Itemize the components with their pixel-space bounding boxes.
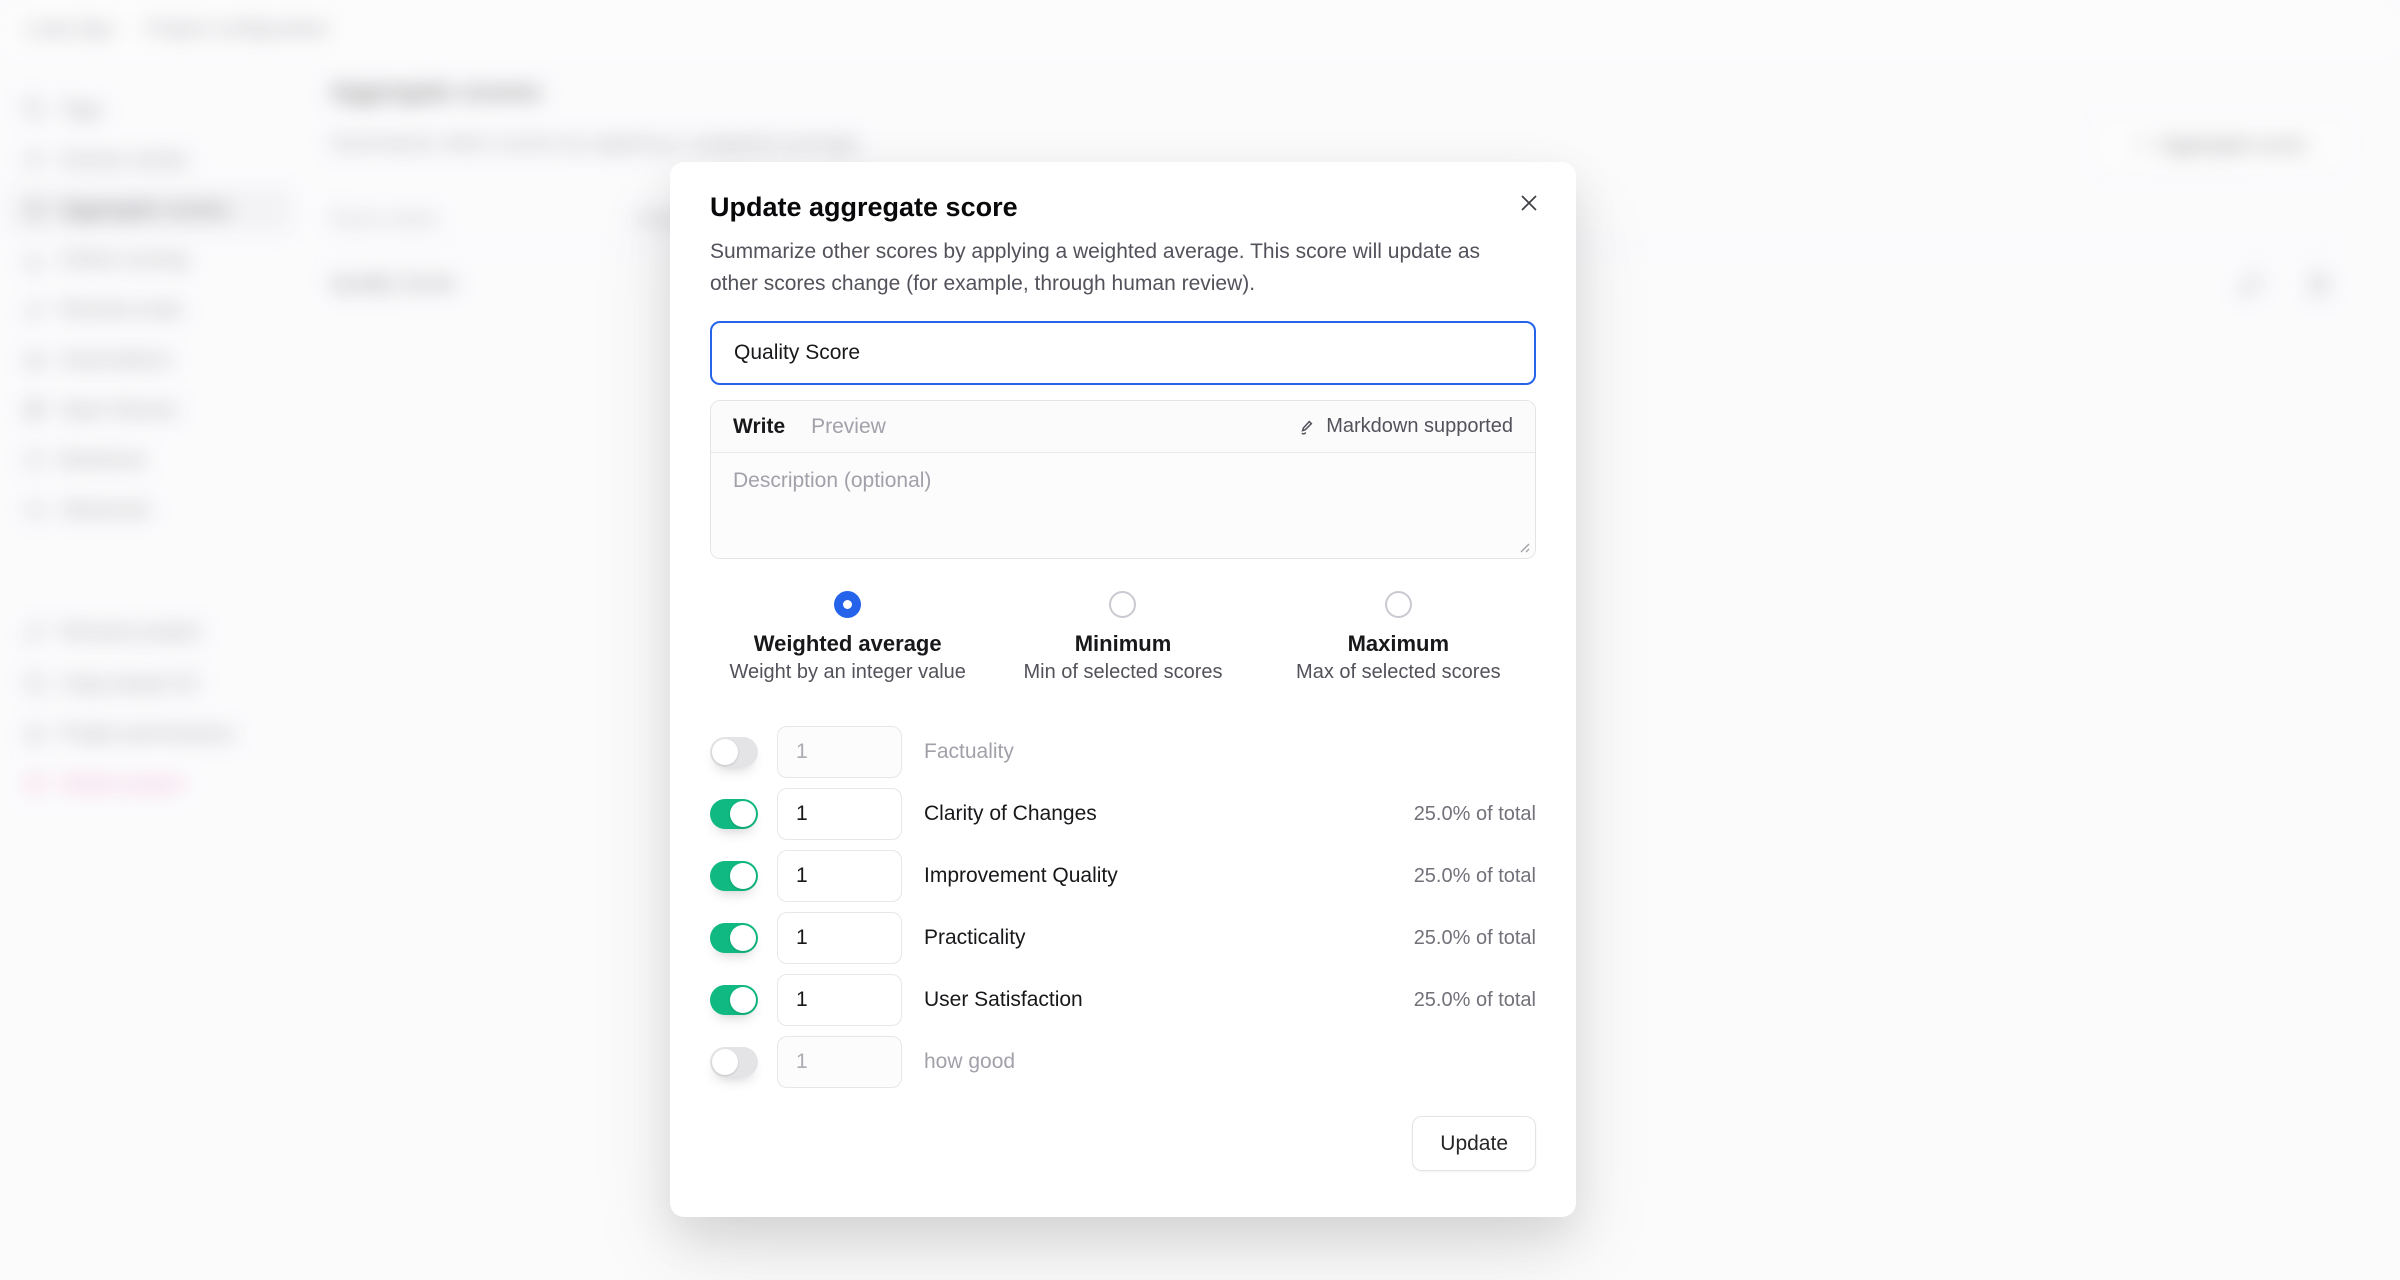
score-name-label: Factuality: [924, 740, 1014, 764]
radio-selected-icon[interactable]: [834, 591, 861, 618]
score-percent: 25.0% of total: [1414, 989, 1536, 1012]
weight-input[interactable]: [777, 974, 902, 1026]
toggle-on[interactable]: [710, 985, 758, 1015]
score-name-label: User Satisfaction: [924, 988, 1083, 1012]
weight-input[interactable]: [777, 912, 902, 964]
markdown-hint-label: Markdown supported: [1326, 415, 1513, 438]
score-name-label: how good: [924, 1050, 1015, 1074]
dialog-footer: Update: [710, 1116, 1536, 1171]
score-name-label: Improvement Quality: [924, 864, 1118, 888]
radio-icon[interactable]: [1385, 591, 1412, 618]
toggle-off[interactable]: [710, 737, 758, 767]
radio-icon[interactable]: [1109, 591, 1136, 618]
editor-body: [711, 453, 1535, 558]
mode-label: Maximum: [1348, 630, 1449, 658]
weight-input[interactable]: [777, 1036, 902, 1088]
description-textarea[interactable]: [711, 453, 1535, 558]
score-row-practicality: Practicality 25.0% of total: [710, 912, 1536, 964]
mode-label: Weighted average: [754, 630, 942, 658]
description-editor: Write Preview Markdown supported: [710, 400, 1536, 559]
aggregation-mode-group: Weighted average Weight by an integer va…: [710, 591, 1536, 684]
tab-preview[interactable]: Preview: [811, 415, 886, 439]
toggle-on[interactable]: [710, 799, 758, 829]
mode-sublabel: Min of selected scores: [1024, 661, 1223, 684]
toggle-knob: [730, 925, 756, 951]
score-row-user-satisfaction: User Satisfaction 25.0% of total: [710, 974, 1536, 1026]
score-weight-list: Factuality Clarity of Changes 25.0% of t…: [710, 726, 1536, 1088]
pen-icon: [1298, 417, 1318, 437]
mode-sublabel: Max of selected scores: [1296, 661, 1501, 684]
mode-sublabel: Weight by an integer value: [729, 661, 965, 684]
score-row-clarity-of-changes: Clarity of Changes 25.0% of total: [710, 788, 1536, 840]
mode-label: Minimum: [1075, 630, 1172, 658]
weight-input[interactable]: [777, 850, 902, 902]
editor-toolbar: Write Preview Markdown supported: [711, 401, 1535, 453]
score-row-factuality: Factuality: [710, 726, 1536, 778]
markdown-hint: Markdown supported: [1298, 415, 1513, 438]
toggle-on[interactable]: [710, 861, 758, 891]
update-button[interactable]: Update: [1412, 1116, 1536, 1171]
toggle-knob: [712, 739, 738, 765]
score-name-input[interactable]: [710, 321, 1536, 385]
score-row-improvement-quality: Improvement Quality 25.0% of total: [710, 850, 1536, 902]
toggle-knob: [730, 863, 756, 889]
tab-write[interactable]: Write: [733, 415, 785, 439]
app-window: Loop logs › Project configuration Tags H…: [0, 0, 2400, 1280]
toggle-knob: [712, 1049, 738, 1075]
score-percent: 25.0% of total: [1414, 865, 1536, 888]
toggle-off[interactable]: [710, 1047, 758, 1077]
toggle-on[interactable]: [710, 923, 758, 953]
score-name-label: Practicality: [924, 926, 1026, 950]
update-aggregate-score-dialog: Update aggregate score Summarize other s…: [670, 162, 1576, 1217]
score-name-label: Clarity of Changes: [924, 802, 1097, 826]
dialog-description: Summarize other scores by applying a wei…: [710, 236, 1510, 299]
close-icon[interactable]: [1512, 186, 1546, 220]
weight-input[interactable]: [777, 788, 902, 840]
mode-minimum[interactable]: Minimum Min of selected scores: [985, 591, 1260, 684]
resize-handle-icon[interactable]: [1516, 539, 1530, 553]
score-percent: 25.0% of total: [1414, 803, 1536, 826]
mode-weighted-average[interactable]: Weighted average Weight by an integer va…: [710, 591, 985, 684]
weight-input[interactable]: [777, 726, 902, 778]
score-row-how-good: how good: [710, 1036, 1536, 1088]
dialog-title: Update aggregate score: [710, 190, 1536, 224]
toggle-knob: [730, 987, 756, 1013]
score-percent: 25.0% of total: [1414, 927, 1536, 950]
toggle-knob: [730, 801, 756, 827]
mode-maximum[interactable]: Maximum Max of selected scores: [1261, 591, 1536, 684]
